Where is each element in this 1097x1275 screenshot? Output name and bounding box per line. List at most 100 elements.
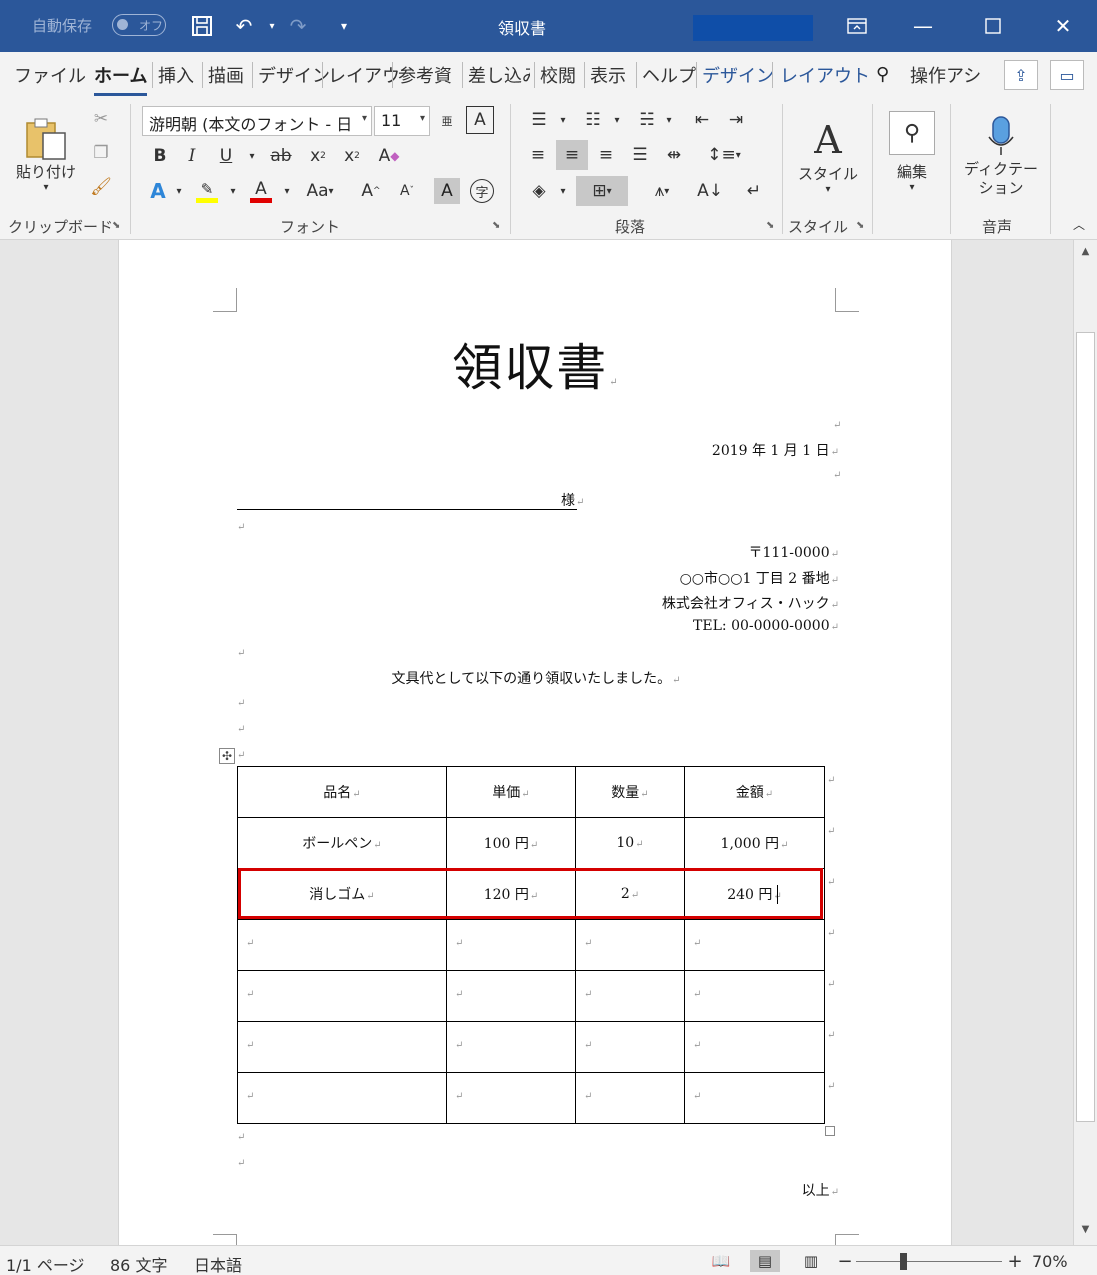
align-right-icon[interactable]: ≡ [590,140,622,170]
chevron-down-icon[interactable]: ▾ [662,106,676,134]
paragraph-launcher-icon[interactable]: ⬊ [766,220,774,231]
table-cell[interactable]: ↵ [237,1021,447,1073]
table-cell[interactable]: ↵ [237,919,447,971]
decrease-indent-icon[interactable]: ⇤ [686,106,718,134]
honorific-text[interactable]: 様↵ [561,490,584,510]
chevron-down-icon[interactable]: ▾ [280,176,294,206]
underline-button[interactable]: U [214,142,238,170]
subscript-button[interactable]: x2 [304,142,332,170]
print-layout-icon[interactable]: ▤ [750,1250,780,1272]
table-cell[interactable]: ↵ [575,970,685,1022]
tab-layout[interactable]: レイアウ [328,62,400,88]
tab-view[interactable]: 表示 [590,62,626,88]
header-cell-amount[interactable]: 金額↵ [684,766,825,818]
read-mode-icon[interactable]: 📖 [706,1250,736,1272]
justify-icon[interactable]: ☰ [624,140,656,170]
receipt-title[interactable]: 領収書↵ [119,328,953,400]
save-icon[interactable] [188,12,216,40]
distributed-icon[interactable]: ⇹ [658,140,690,170]
items-table[interactable]: 品名↵ 単価↵ 数量↵ 金額↵ ボールペン↵ 100 円↵ 10↵ 1,000 … [237,766,825,1124]
table-cell[interactable]: ↵ [446,1072,576,1124]
chevron-down-icon[interactable]: ▾ [172,176,186,206]
maximize-icon[interactable] [970,10,1016,42]
italic-button[interactable]: I [180,142,204,170]
tab-draw[interactable]: 描画 [208,62,244,88]
grow-font-button[interactable]: A ^ [358,176,384,206]
tel-text[interactable]: TEL: 00-0000-0000↵ [693,618,839,634]
table-cell[interactable]: 1,000 円↵ [684,817,825,869]
font-name-box[interactable]: 游明朝 (本文のフォント - 日 ▾ [142,106,372,136]
table-cell[interactable]: ↵ [237,970,447,1022]
receipt-message[interactable]: 文具代として以下の通り領収いたしました。↵ [119,668,953,688]
table-resize-handle[interactable] [825,1126,835,1136]
sort-icon[interactable]: A↓ [694,176,726,206]
date-text[interactable]: 2019 年 1 月 1 日↵ [712,440,839,460]
tab-design[interactable]: デザイン [258,62,330,88]
page-count[interactable]: 1/1 ページ [6,1252,85,1275]
char-shading-button[interactable]: A [434,178,460,204]
table-cell[interactable]: 100 円↵ [446,817,576,869]
bullets-icon[interactable]: ☰ [522,106,556,134]
tab-references[interactable]: 参考資 [398,62,452,88]
scroll-thumb[interactable] [1076,332,1095,1122]
table-cell[interactable]: ↵ [684,919,825,971]
editing-button[interactable]: ⚲ 編集 ▾ [882,102,942,202]
font-color-icon[interactable]: A [246,176,276,206]
table-cell[interactable]: ↵ [575,1021,685,1073]
postal-code-text[interactable]: 〒111-0000↵ [749,542,839,562]
enclose-char-button[interactable]: 字 [468,176,496,206]
table-cell[interactable]: ↵ [684,1021,825,1073]
company-text[interactable]: 株式会社オフィス・ハック↵ [662,593,839,613]
shrink-font-button[interactable]: Aˇ [394,176,420,206]
align-left-icon[interactable]: ≡ [522,140,554,170]
table-move-handle-icon[interactable]: ✣ [219,748,235,764]
clear-formatting-icon[interactable]: A ◆ [374,142,404,170]
collapse-ribbon-icon[interactable]: ︿ [1068,214,1090,234]
paste-button[interactable]: 貼り付け ▾ [10,104,82,204]
styles-launcher-icon[interactable]: ⬊ [856,220,864,231]
tab-help[interactable]: ヘルプ [642,62,696,88]
scroll-down-icon[interactable]: ▼ [1074,1220,1097,1240]
tab-table-design[interactable]: デザイン [702,62,774,88]
table-cell[interactable]: ボールペン↵ [237,817,447,869]
char-border-button[interactable]: A [466,106,494,134]
zoom-slider-thumb[interactable] [900,1253,907,1270]
chevron-down-icon[interactable]: ▾ [226,176,240,206]
tab-table-layout[interactable]: レイアウト [780,62,870,88]
increase-indent-icon[interactable]: ⇥ [720,106,752,134]
table-cell[interactable]: ↵ [237,1072,447,1124]
share-button[interactable]: ⇪ [1004,60,1038,90]
clipboard-launcher-icon[interactable]: ⬊ [112,220,120,231]
comments-button[interactable]: ▭ [1050,60,1084,90]
vertical-scrollbar[interactable]: ▲ ▼ [1073,240,1097,1245]
zoom-in-icon[interactable]: + [1000,1250,1030,1272]
chevron-down-icon[interactable]: ▾ [556,106,570,134]
tab-file[interactable]: ファイル [14,62,86,88]
bold-button[interactable]: B [148,142,172,170]
table-cell[interactable]: ↵ [575,919,685,971]
superscript-button[interactable]: x2 [338,142,366,170]
styles-button[interactable]: A スタイル ▾ [790,104,866,208]
font-size-box[interactable]: 11 ▾ [374,106,430,136]
ribbon-display-icon[interactable] [834,10,880,42]
zoom-slider-track[interactable] [856,1261,1002,1262]
table-cell[interactable]: ↵ [684,970,825,1022]
line-spacing-icon[interactable]: ↕≡ ▾ [702,140,746,170]
account-area[interactable] [693,15,813,41]
closing-text[interactable]: 以上↵ [802,1180,839,1200]
minimize-icon[interactable]: — [900,10,946,42]
undo-icon[interactable]: ↶ [230,12,258,40]
chevron-down-icon[interactable]: ▾ [556,176,570,206]
address-text[interactable]: ○○市○○1 丁目 2 番地↵ [680,568,839,588]
zoom-level[interactable]: 70% [1032,1252,1068,1271]
tab-home[interactable]: ホーム [94,62,148,96]
web-layout-icon[interactable]: ▥ [796,1250,826,1272]
customize-qat-icon[interactable]: ▾ [330,12,358,40]
scroll-up-icon[interactable]: ▲ [1074,242,1097,262]
table-cell[interactable]: 10↵ [575,817,685,869]
language-indicator[interactable]: 日本語 [194,1252,242,1275]
change-case-button[interactable]: Aa ▾ [298,176,342,206]
chevron-down-icon[interactable]: ▾ [610,106,624,134]
multilevel-list-icon[interactable]: ☵ [630,106,664,134]
dictate-button[interactable]: ディクテー ション [958,104,1044,208]
